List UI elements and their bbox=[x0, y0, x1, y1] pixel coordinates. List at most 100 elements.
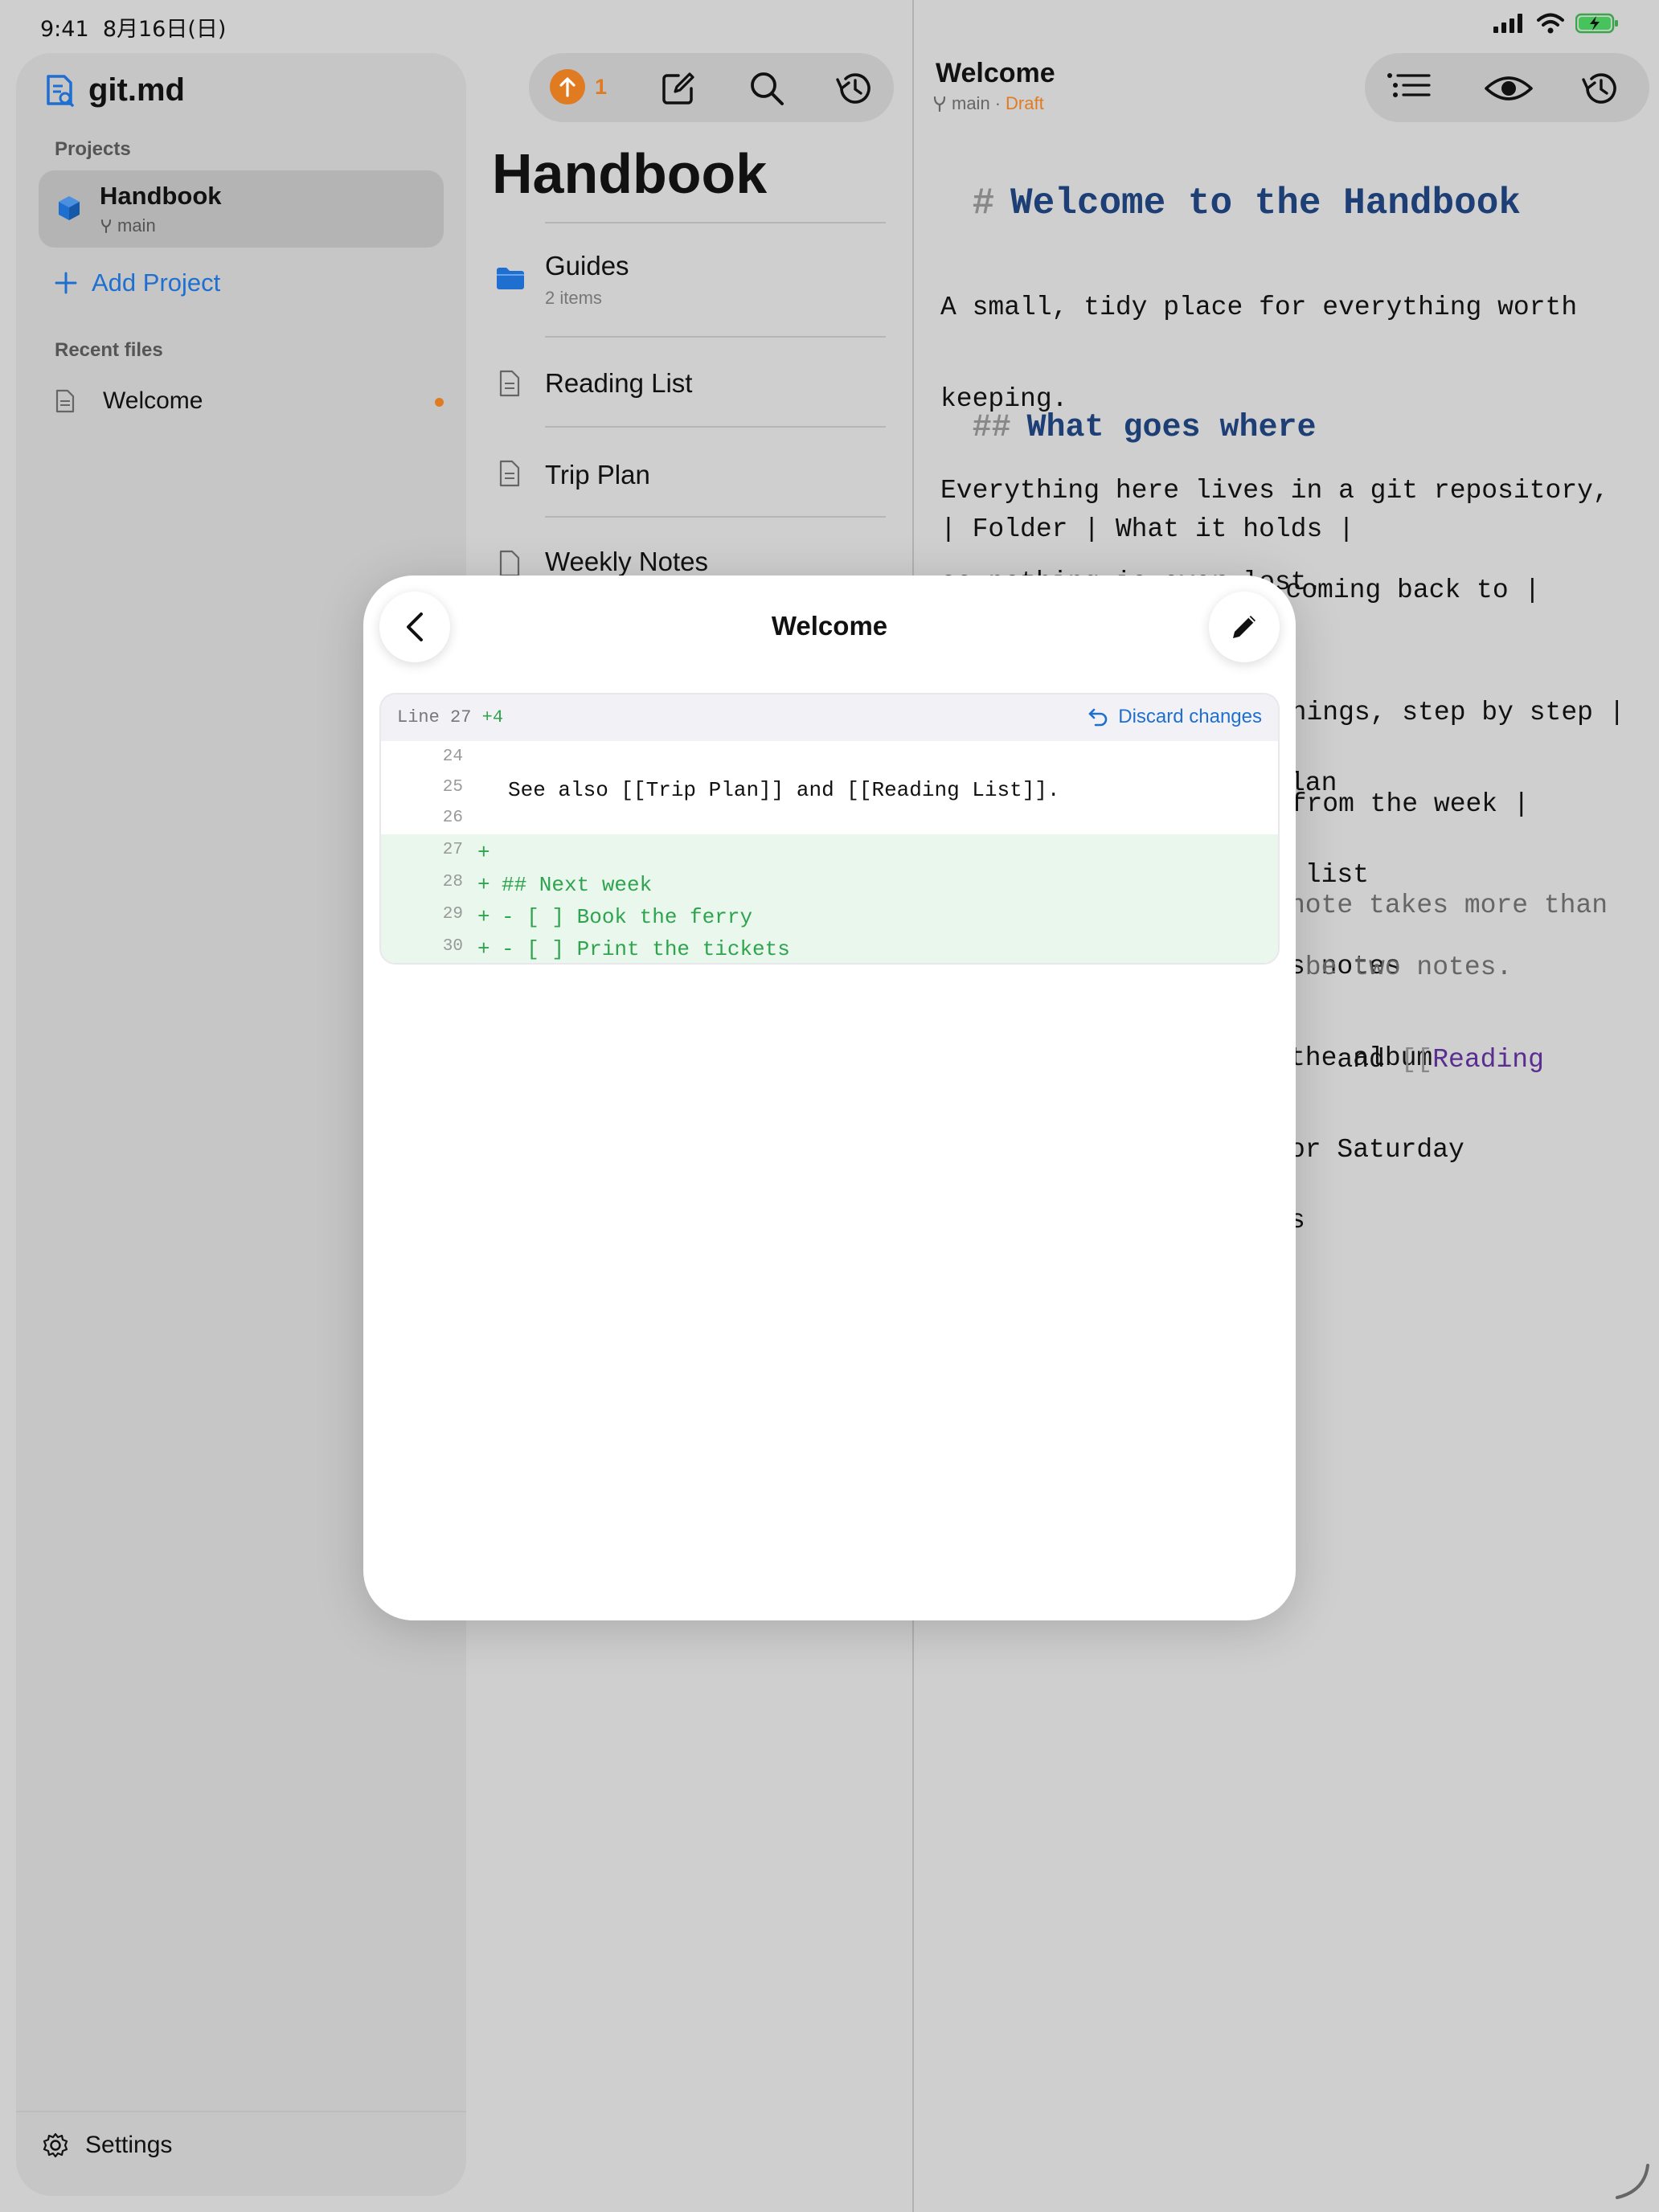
project-branch: main bbox=[100, 215, 156, 236]
diff-sheet: Welcome Line 27 +4 Discard changes 24 25… bbox=[363, 576, 1296, 1620]
list-separator bbox=[545, 426, 886, 428]
editor-h2[interactable]: ## What goes where bbox=[940, 383, 1317, 444]
undo-icon bbox=[1088, 708, 1108, 727]
diff-added-count: +4 bbox=[481, 707, 504, 727]
diff-code: See also [[Trip Plan]] and [[Reading Lis… bbox=[508, 778, 1060, 802]
list-item-label: Reading List bbox=[545, 368, 693, 398]
diff-header: Line 27 +4 Discard changes bbox=[381, 694, 1278, 741]
diff-line-num: 30 bbox=[442, 937, 463, 956]
list-item-label: Guides bbox=[545, 251, 629, 281]
diff-row: 25 See also [[Trip Plan]] and [[Reading … bbox=[381, 772, 1278, 804]
push-count: 1 bbox=[595, 74, 608, 99]
sidebar-divider bbox=[16, 2111, 466, 2112]
project-item-handbook[interactable]: Handbook main bbox=[39, 170, 444, 248]
list-item-label: Trip Plan bbox=[545, 460, 650, 490]
cellular-signal-icon bbox=[1493, 14, 1522, 33]
editor-line: list bbox=[1289, 860, 1370, 890]
diff-row-added: 29 + - [ ] Book the ferry bbox=[381, 899, 1278, 931]
project-branch-label: main bbox=[117, 215, 156, 236]
editor-toolbar bbox=[1365, 53, 1649, 122]
list-item-reading-list[interactable]: Reading List bbox=[492, 336, 886, 428]
diff-row-added: 28 + ## Next week bbox=[381, 866, 1278, 899]
discard-changes-button[interactable]: Discard changes bbox=[1088, 706, 1262, 728]
history-icon[interactable] bbox=[834, 69, 875, 108]
diff-row-added: 27 + bbox=[381, 834, 1278, 866]
add-project-label: Add Project bbox=[92, 268, 221, 297]
status-clock: 9:41 bbox=[40, 17, 89, 42]
recent-files-heading: Recent files bbox=[55, 339, 163, 361]
diff-line-num: 25 bbox=[442, 778, 463, 797]
settings-button[interactable]: Settings bbox=[42, 2132, 172, 2159]
push-button[interactable]: 1 bbox=[550, 69, 607, 104]
diff-code: ## Next week bbox=[502, 873, 653, 897]
list-item-weekly-notes[interactable]: Weekly Notes bbox=[492, 516, 886, 577]
editor-text: and bbox=[1321, 1045, 1401, 1075]
history-icon[interactable] bbox=[1580, 69, 1620, 108]
compose-icon[interactable] bbox=[659, 69, 698, 108]
battery-charging-icon bbox=[1575, 13, 1618, 34]
gear-icon bbox=[43, 2132, 68, 2158]
app-title: git.md bbox=[88, 72, 185, 108]
diff-add-mark: + bbox=[477, 937, 490, 961]
diff-code: - [ ] Book the ferry bbox=[502, 905, 753, 929]
diff-line-num: 24 bbox=[442, 748, 463, 766]
app-logo-icon bbox=[47, 74, 74, 107]
diff-hunk: Line 27 +4 Discard changes 24 25 See als… bbox=[379, 693, 1280, 965]
diff-row-added: 30 + - [ ] Print the tickets bbox=[381, 931, 1278, 963]
diff-line-info: Line 27 +4 bbox=[397, 707, 503, 727]
branch-icon bbox=[101, 219, 111, 233]
status-bar: 9:41 8月16日(日) bbox=[0, 0, 1659, 51]
draft-badge: Draft bbox=[1006, 93, 1044, 113]
cube-icon bbox=[59, 196, 80, 220]
project-title: Handbook bbox=[492, 142, 768, 205]
settings-label: Settings bbox=[85, 2132, 173, 2158]
editor-line: or Saturday bbox=[1289, 1135, 1464, 1165]
document-icon bbox=[499, 550, 520, 577]
eye-icon[interactable] bbox=[1484, 72, 1534, 104]
add-project-button[interactable]: Add Project bbox=[55, 268, 220, 297]
diff-add-mark: + bbox=[477, 841, 490, 865]
editor-list-partial: lan list s notes the album or Saturday bbox=[1289, 707, 1464, 1196]
list-item-subtitle: 2 items bbox=[545, 288, 602, 308]
search-icon[interactable] bbox=[748, 69, 786, 108]
list-item-trip-plan[interactable]: Trip Plan bbox=[492, 426, 886, 518]
discard-changes-label: Discard changes bbox=[1118, 706, 1262, 727]
folder-icon bbox=[497, 268, 524, 289]
sheet-title: Welcome bbox=[771, 611, 888, 641]
diff-row: 24 bbox=[381, 741, 1278, 773]
file-list-toolbar: 1 bbox=[529, 53, 894, 122]
list-separator bbox=[545, 336, 886, 338]
outline-list-icon[interactable] bbox=[1386, 71, 1431, 104]
diff-row: 26 bbox=[381, 802, 1278, 834]
diff-add-mark: + bbox=[477, 905, 490, 929]
editor-line: | Folder | What it holds | bbox=[940, 514, 1354, 544]
status-icons bbox=[1493, 13, 1619, 34]
editor-link-line: and [[Reading bbox=[1289, 1014, 1544, 1075]
editor-subtitle: main · Draft bbox=[932, 93, 1044, 114]
list-item-guides[interactable]: Guides 2 items bbox=[492, 222, 886, 338]
h2-marker: ## bbox=[972, 410, 1011, 446]
editor-separator: · bbox=[994, 93, 1002, 113]
h1-text: Welcome to the Handbook bbox=[1010, 182, 1521, 224]
editor-muted-line: be two notes. bbox=[1289, 952, 1513, 982]
editor-h1[interactable]: # Welcome to the Handbook bbox=[940, 158, 1521, 222]
editor-branch: main bbox=[952, 93, 990, 113]
document-icon bbox=[499, 370, 520, 397]
list-separator bbox=[545, 516, 886, 518]
diff-line-num: 29 bbox=[442, 905, 463, 924]
editor-line: lan bbox=[1289, 768, 1337, 798]
document-icon bbox=[55, 389, 75, 413]
editor-line: A small, tidy place for everything worth bbox=[940, 293, 1578, 322]
editor-muted-line: note takes more than bbox=[1289, 891, 1608, 920]
edit-button[interactable] bbox=[1209, 592, 1280, 662]
recent-file-welcome[interactable]: Welcome bbox=[55, 381, 449, 421]
wiki-link[interactable]: Reading bbox=[1432, 1045, 1544, 1075]
pencil-icon bbox=[1233, 616, 1256, 638]
wifi-icon bbox=[1537, 13, 1564, 34]
list-separator bbox=[545, 222, 886, 223]
document-icon bbox=[499, 460, 520, 487]
projects-heading: Projects bbox=[55, 138, 131, 160]
h1-marker: # bbox=[972, 182, 995, 224]
resize-handle-icon[interactable] bbox=[1612, 2162, 1651, 2201]
status-time: 9:41 8月16日(日) bbox=[40, 11, 226, 43]
